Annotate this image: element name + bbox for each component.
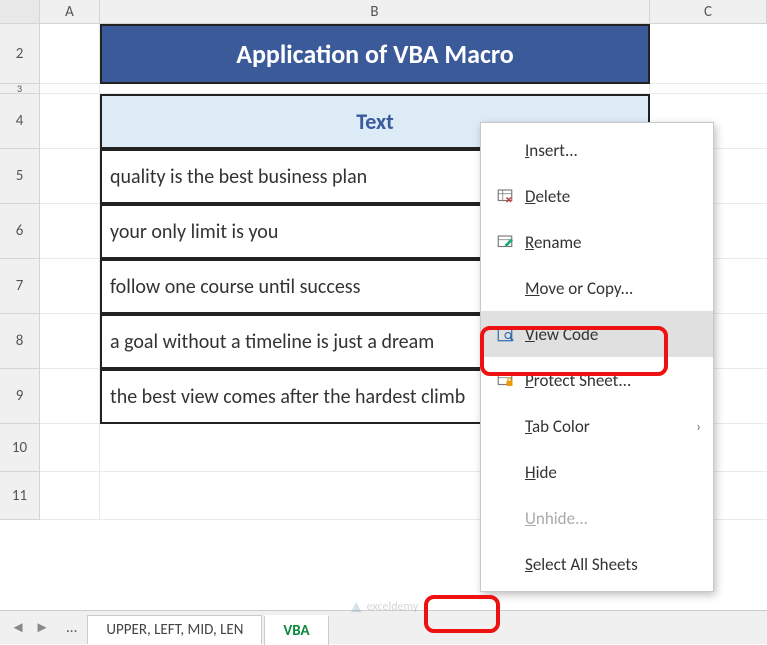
menu-item-rename[interactable]: Rename: [481, 219, 713, 265]
delete-icon: [491, 187, 519, 205]
row-header-10[interactable]: 10: [0, 424, 40, 472]
row-header-9[interactable]: 9: [0, 369, 40, 424]
column-headers: A B C: [0, 0, 767, 24]
row-header-11[interactable]: 11: [0, 472, 40, 520]
chevron-right-icon: ›: [696, 418, 701, 435]
menu-item-select-all-sheets[interactable]: Select All Sheets: [481, 541, 713, 587]
cell-b3[interactable]: [100, 84, 650, 94]
menu-item-view-code[interactable]: View Code: [481, 311, 713, 357]
menu-label: Select All Sheets: [525, 554, 638, 575]
menu-item-hide[interactable]: Hide: [481, 449, 713, 495]
menu-label: Delete: [525, 186, 570, 207]
cell-a10[interactable]: [40, 424, 100, 472]
col-header-b[interactable]: B: [100, 0, 650, 23]
row-header-8[interactable]: 8: [0, 314, 40, 369]
cell-a8[interactable]: [40, 314, 100, 369]
cell-a9[interactable]: [40, 369, 100, 424]
row-header-2[interactable]: 2: [0, 24, 40, 84]
cell-a4[interactable]: [40, 94, 100, 149]
menu-label: Protect Sheet...: [525, 370, 631, 391]
sheet-tab-upper[interactable]: UPPER, LEFT, MID, LEN: [87, 615, 262, 644]
menu-item-tab-color[interactable]: Tab Color ›: [481, 403, 713, 449]
rename-icon: [491, 233, 519, 251]
menu-item-insert[interactable]: Insert...: [481, 127, 713, 173]
row-header-3[interactable]: 3: [0, 84, 40, 94]
sheet-tab-vba[interactable]: VBA: [264, 615, 328, 645]
menu-label: View Code: [525, 324, 598, 345]
cell-a6[interactable]: [40, 204, 100, 259]
menu-item-protect-sheet[interactable]: Protect Sheet...: [481, 357, 713, 403]
cell-a2[interactable]: [40, 24, 100, 84]
sheet-context-menu: Insert... Delete Rename Move or Copy... View…: [480, 122, 714, 592]
menu-item-unhide: Unhide...: [481, 495, 713, 541]
row-header-6[interactable]: 6: [0, 204, 40, 259]
cell-a7[interactable]: [40, 259, 100, 314]
row-header-5[interactable]: 5: [0, 149, 40, 204]
select-all-corner[interactable]: [0, 0, 40, 23]
col-header-c[interactable]: C: [650, 0, 767, 23]
menu-item-delete[interactable]: Delete: [481, 173, 713, 219]
menu-label: Unhide...: [525, 508, 588, 529]
row-header-4[interactable]: 4: [0, 94, 40, 149]
sheet-nav-next[interactable]: ►: [32, 617, 52, 639]
menu-label: Hide: [525, 462, 557, 483]
menu-label: Tab Color: [525, 416, 590, 437]
row-header-7[interactable]: 7: [0, 259, 40, 314]
cell-a3[interactable]: [40, 84, 100, 94]
col-header-a[interactable]: A: [40, 0, 100, 23]
menu-label: Rename: [525, 232, 582, 253]
sheet-nav-prev[interactable]: ◄: [8, 617, 28, 639]
menu-item-move-or-copy[interactable]: Move or Copy...: [481, 265, 713, 311]
protect-icon: [491, 371, 519, 389]
cell-a5[interactable]: [40, 149, 100, 204]
menu-label: Move or Copy...: [525, 278, 633, 299]
cell-c3[interactable]: [650, 84, 767, 94]
menu-label: Insert...: [525, 140, 578, 161]
sheet-tab-bar: ◄ ► ... UPPER, LEFT, MID, LEN VBA: [0, 610, 767, 644]
cell-a11[interactable]: [40, 472, 100, 520]
cell-c2[interactable]: [650, 24, 767, 84]
title-cell[interactable]: Application of VBA Macro: [100, 24, 650, 84]
sheet-nav-ellipsis[interactable]: ...: [66, 619, 77, 637]
viewcode-icon: [491, 325, 519, 343]
